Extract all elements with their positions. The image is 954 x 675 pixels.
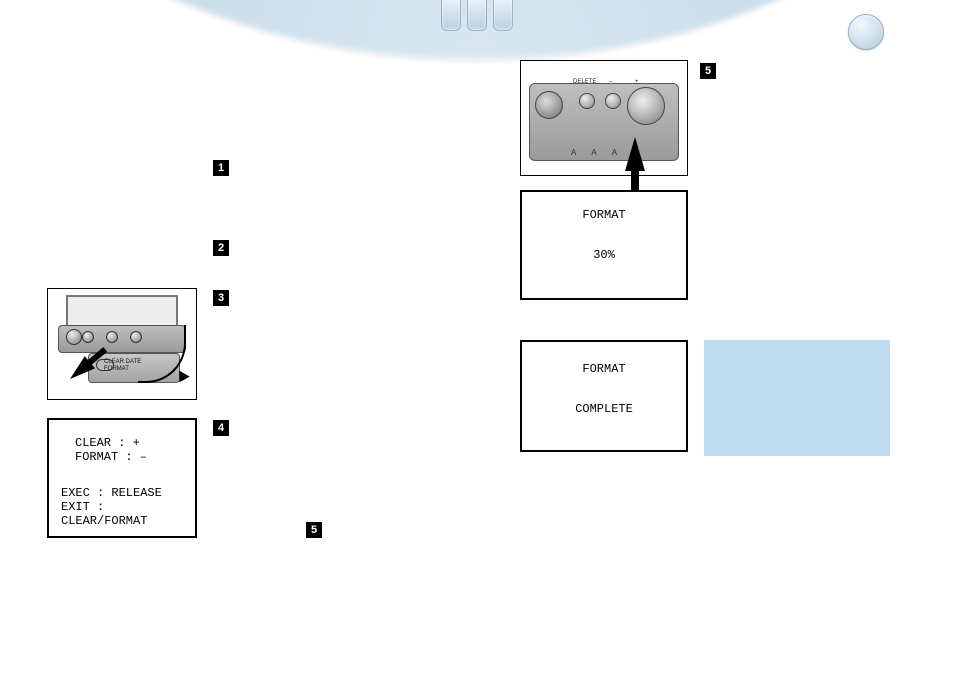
- power-dial-icon: [66, 329, 82, 345]
- figure-camera-back: CLEAR DATE FORMAT: [47, 288, 197, 400]
- camera-button-icon: [82, 331, 94, 343]
- step-marker-5b: 5: [700, 63, 716, 79]
- camera-lcd-outline: [66, 295, 178, 327]
- minus-button-icon: [605, 93, 621, 109]
- step-marker-5a: 5: [306, 522, 322, 538]
- lcd-title: FORMAT: [522, 208, 686, 222]
- button-label: –: [609, 79, 612, 85]
- step-marker-4: 4: [213, 420, 229, 436]
- figure-camera-top: DELETE – + A A A: [520, 60, 688, 176]
- top-tab: [467, 0, 487, 31]
- camera-slots: A A A: [571, 148, 618, 157]
- device-top-bar: [0, 0, 954, 58]
- lcd-line: EXIT : CLEAR/FORMAT: [61, 500, 187, 528]
- arrow-up-icon: [625, 137, 645, 171]
- delete-button-icon: [579, 93, 595, 109]
- camera-button-row: [82, 331, 142, 343]
- lcd-line: FORMAT : –: [75, 450, 187, 464]
- camera-lens-icon: [535, 91, 563, 119]
- lcd-line: EXEC : RELEASE: [61, 486, 187, 500]
- flap-label-line: CLEAR DATE: [104, 359, 141, 366]
- top-tab: [493, 0, 513, 31]
- slot-label: A: [571, 148, 577, 157]
- button-label: DELETE: [573, 79, 596, 85]
- top-tabs: [441, 0, 513, 31]
- slot-label: A: [612, 148, 618, 157]
- lcd-title: FORMAT: [522, 362, 686, 376]
- lcd-clear-format-menu: CLEAR : + FORMAT : – EXEC : RELEASE EXIT…: [47, 418, 197, 538]
- lcd-progress-value: 30%: [522, 248, 686, 262]
- flap-labels: CLEAR DATE FORMAT: [104, 359, 141, 373]
- lcd-status: COMPLETE: [522, 402, 686, 416]
- lcd-format-complete: FORMAT COMPLETE: [520, 340, 688, 452]
- step-marker-3: 3: [213, 290, 229, 306]
- slot-label: A: [591, 148, 597, 157]
- flap-label-line: FORMAT: [104, 366, 141, 373]
- step-marker-2: 2: [213, 240, 229, 256]
- open-flap-arrow-icon: [138, 325, 186, 383]
- shutter-dial-icon: [627, 87, 665, 125]
- button-label: +: [635, 79, 639, 85]
- lcd-line: CLEAR : +: [75, 436, 187, 450]
- top-knob: [848, 14, 884, 50]
- top-tab: [441, 0, 461, 31]
- lcd-format-progress: FORMAT 30%: [520, 190, 688, 300]
- step-marker-1: 1: [213, 160, 229, 176]
- note-callout: [704, 340, 890, 456]
- camera-button-icon: [106, 331, 118, 343]
